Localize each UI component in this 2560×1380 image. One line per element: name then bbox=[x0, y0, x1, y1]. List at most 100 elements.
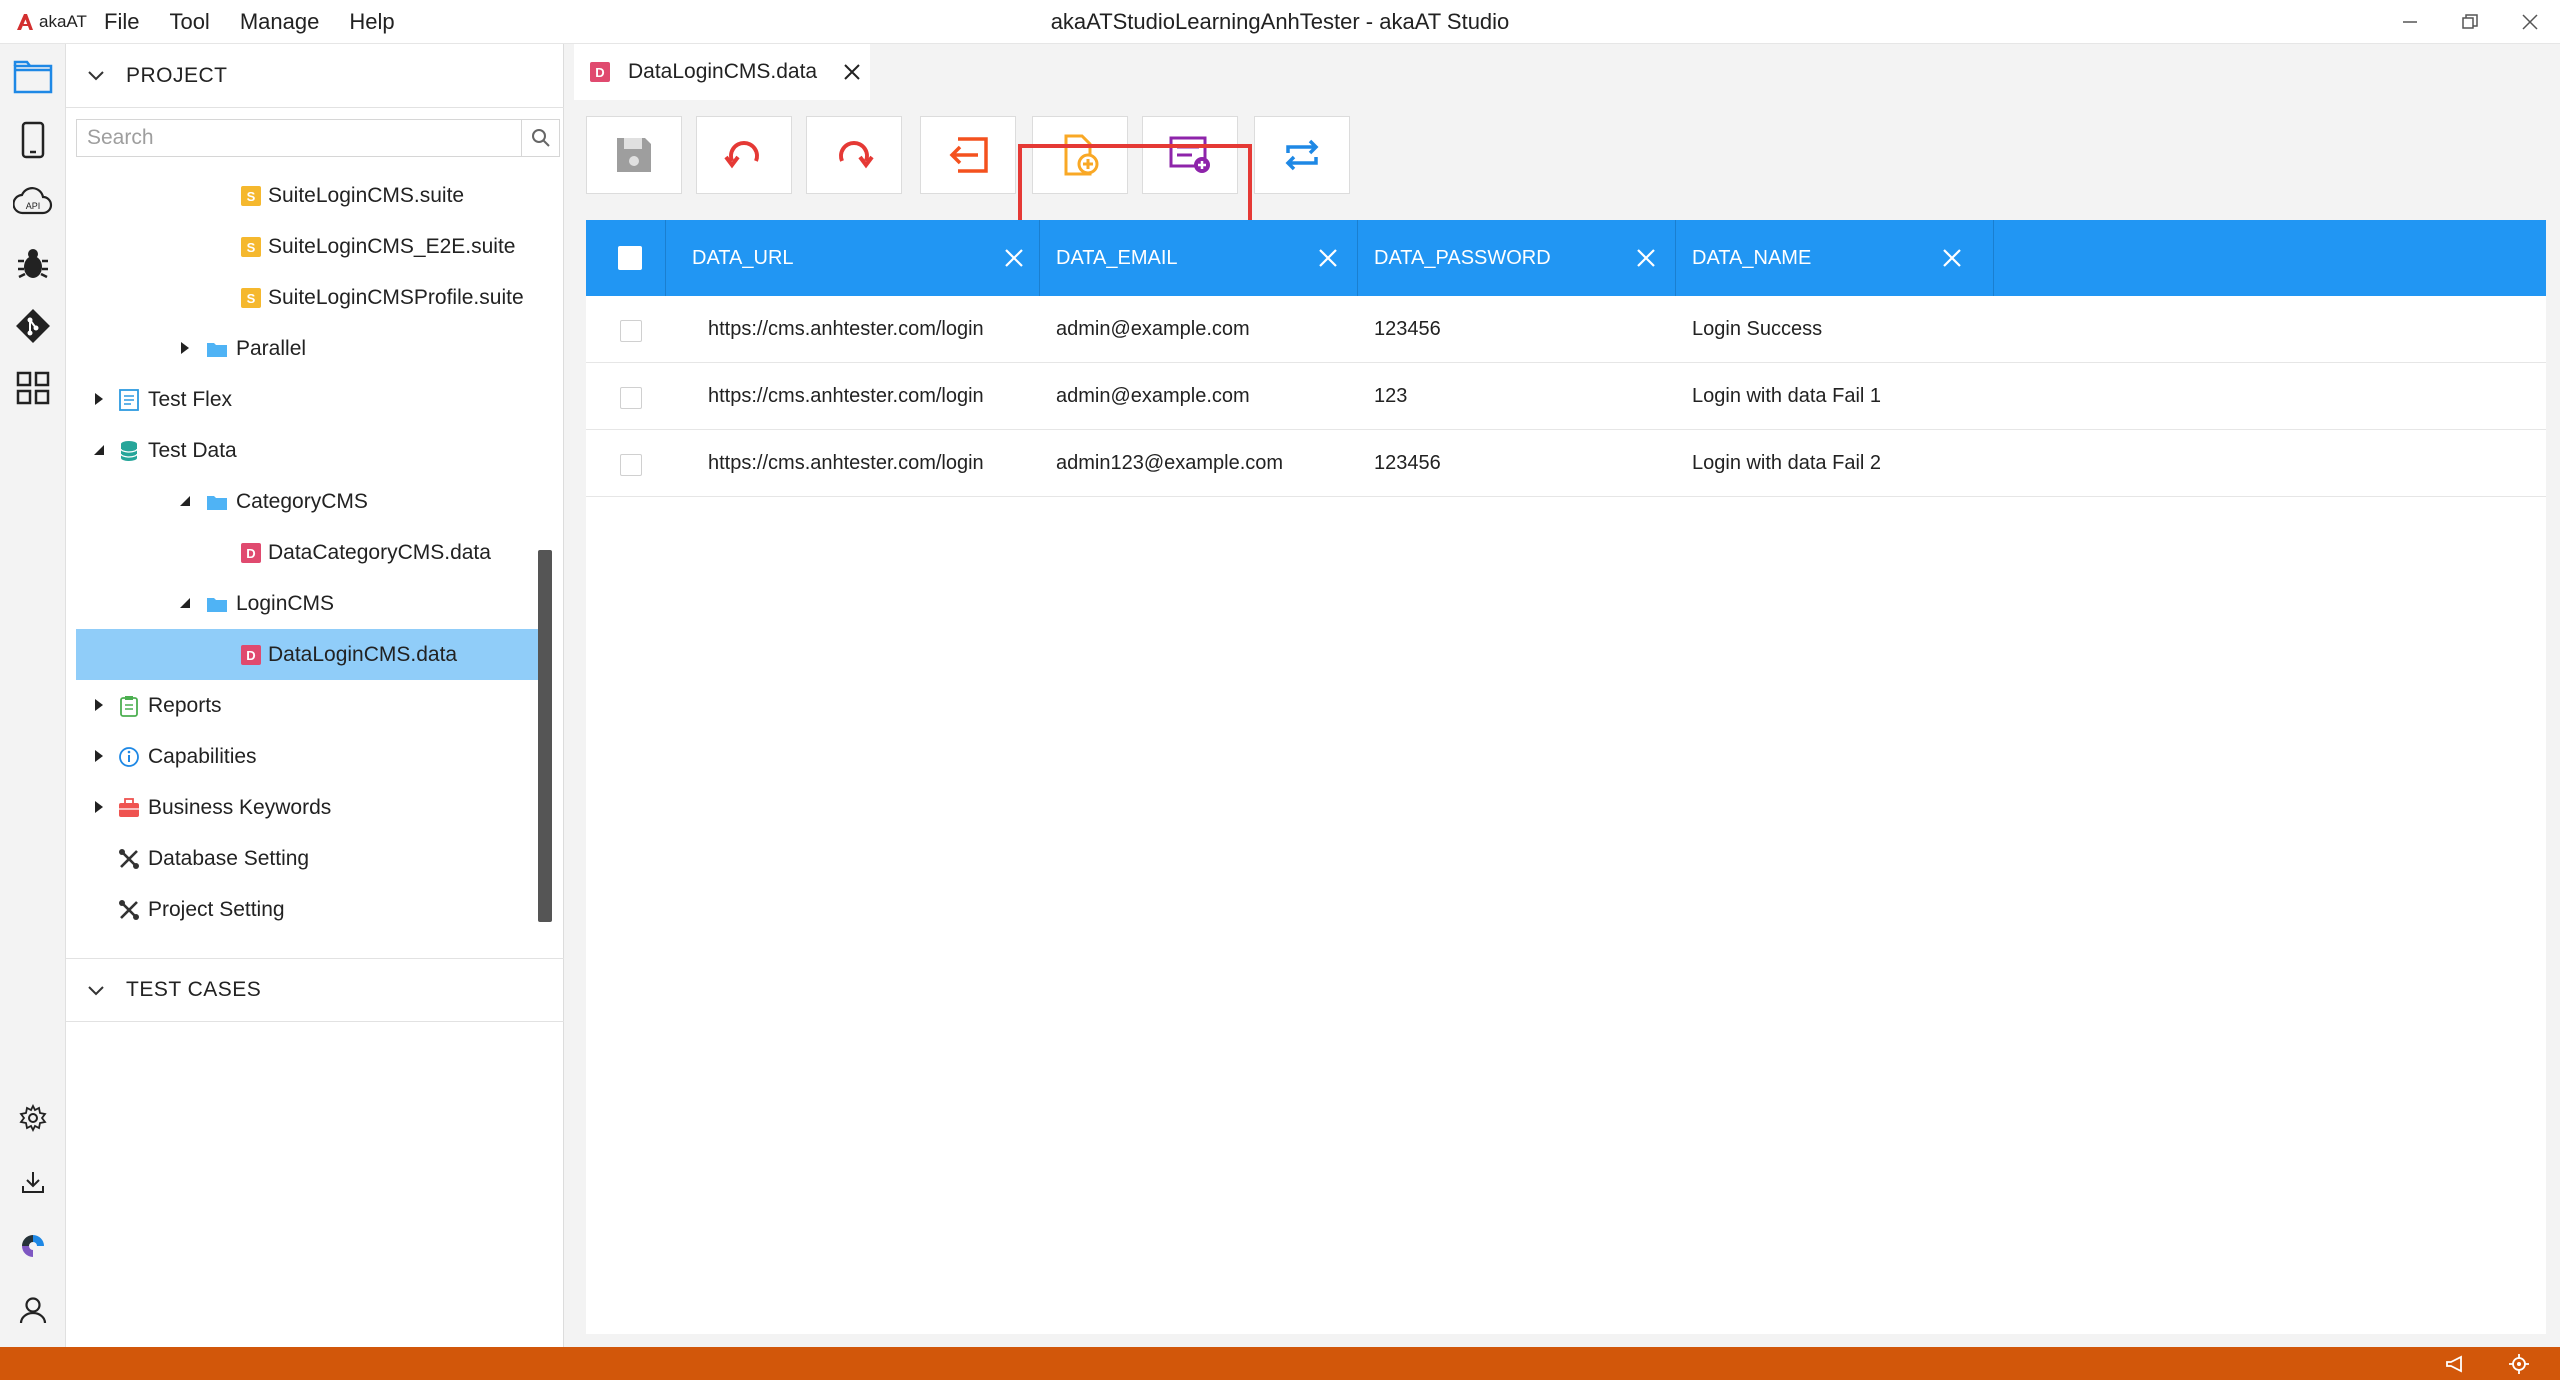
row-checkbox[interactable] bbox=[620, 387, 642, 409]
caret-right-icon[interactable] bbox=[92, 698, 106, 712]
cell-data-email[interactable]: admin@example.com bbox=[1056, 296, 1250, 362]
debug-button[interactable] bbox=[0, 236, 66, 292]
menu-manage[interactable]: Manage bbox=[240, 9, 320, 35]
cell-data-url[interactable]: https://cms.anhtester.com/login bbox=[708, 363, 984, 429]
grid-header: DATA_URL DATA_EMAIL DATA_PASSWORD DATA_N… bbox=[586, 220, 2546, 296]
tree-item-parallel[interactable]: Parallel bbox=[76, 323, 544, 374]
search-input[interactable]: Search bbox=[77, 126, 521, 150]
tree-scrollbar-thumb[interactable] bbox=[538, 550, 552, 922]
svg-text:API: API bbox=[26, 201, 41, 211]
restore-button[interactable] bbox=[2440, 0, 2500, 44]
menu-tool[interactable]: Tool bbox=[169, 9, 209, 35]
tree-item-capabilities[interactable]: Capabilities bbox=[76, 731, 544, 782]
mobile-button[interactable] bbox=[0, 112, 66, 168]
restore-icon bbox=[2462, 14, 2478, 29]
menu-file[interactable]: File bbox=[104, 9, 139, 35]
select-all-checkbox[interactable] bbox=[618, 246, 642, 270]
minimize-button[interactable] bbox=[2380, 0, 2440, 44]
table-row[interactable]: https://cms.anhtester.com/login admin123… bbox=[586, 430, 2546, 497]
cell-data-name[interactable]: Login with data Fail 1 bbox=[1692, 363, 1881, 429]
remove-column-icon[interactable] bbox=[1636, 248, 1656, 268]
tree-item-test-data[interactable]: Test Data bbox=[76, 425, 544, 476]
cell-data-url[interactable]: https://cms.anhtester.com/login bbox=[708, 430, 984, 496]
save-button[interactable] bbox=[586, 116, 682, 194]
git-button[interactable] bbox=[0, 298, 66, 354]
close-window-button[interactable] bbox=[2500, 0, 2560, 44]
menu-help[interactable]: Help bbox=[349, 9, 394, 35]
test-cases-section-header[interactable]: TEST CASES bbox=[66, 958, 564, 1022]
settings-button[interactable] bbox=[0, 1090, 66, 1146]
briefcase-icon bbox=[118, 797, 140, 819]
tab-close-button[interactable] bbox=[842, 62, 862, 82]
apps-button[interactable] bbox=[0, 360, 66, 416]
project-tree: S SuiteLoginCMS.suite S SuiteLoginCMS_E2… bbox=[76, 170, 544, 1000]
project-section-header[interactable]: PROJECT bbox=[66, 44, 564, 108]
cell-data-password[interactable]: 123456 bbox=[1374, 296, 1441, 362]
cell-data-email[interactable]: admin@example.com bbox=[1056, 363, 1250, 429]
swap-button[interactable] bbox=[1254, 116, 1350, 194]
caret-down-icon[interactable] bbox=[92, 443, 106, 457]
tree-item-test-flex[interactable]: Test Flex bbox=[76, 374, 544, 425]
data-toolbar bbox=[564, 100, 2560, 204]
tree-item-reports[interactable]: Reports bbox=[76, 680, 544, 731]
crosshair-icon bbox=[2509, 1354, 2529, 1374]
tab-data-login-cms[interactable]: D DataLoginCMS.data bbox=[574, 44, 870, 100]
caret-down-icon[interactable] bbox=[178, 596, 192, 610]
cell-data-url[interactable]: https://cms.anhtester.com/login bbox=[708, 296, 984, 362]
test-flex-icon bbox=[118, 389, 140, 411]
tree-item-suite-login-cms[interactable]: S SuiteLoginCMS.suite bbox=[76, 170, 544, 221]
cell-data-email[interactable]: admin123@example.com bbox=[1056, 430, 1283, 496]
column-header-data-name[interactable]: DATA_NAME bbox=[1676, 220, 1994, 296]
table-row[interactable]: https://cms.anhtester.com/login admin@ex… bbox=[586, 363, 2546, 430]
location-button[interactable] bbox=[2508, 1353, 2530, 1375]
tree-item-data-login-cms[interactable]: D DataLoginCMS.data bbox=[76, 629, 544, 680]
tree-item-category-cms[interactable]: CategoryCMS bbox=[76, 476, 544, 527]
explorer-button[interactable] bbox=[0, 50, 66, 106]
tree-item-database-setting[interactable]: Database Setting bbox=[76, 833, 544, 884]
caret-right-icon[interactable] bbox=[92, 392, 106, 406]
remove-column-icon[interactable] bbox=[1942, 248, 1962, 268]
caret-right-icon[interactable] bbox=[92, 800, 106, 814]
remove-column-icon[interactable] bbox=[1004, 248, 1024, 268]
redo-button[interactable] bbox=[806, 116, 902, 194]
add-row-button[interactable] bbox=[1142, 116, 1238, 194]
column-header-data-password[interactable]: DATA_PASSWORD bbox=[1358, 220, 1676, 296]
folder-icon bbox=[206, 338, 228, 360]
add-column-button[interactable] bbox=[1032, 116, 1128, 194]
column-header-data-url[interactable]: DATA_URL bbox=[666, 220, 1040, 296]
caret-right-icon[interactable] bbox=[92, 749, 106, 763]
test-cases-header-title: TEST CASES bbox=[126, 978, 262, 1001]
tree-item-business-keywords[interactable]: Business Keywords bbox=[76, 782, 544, 833]
tree-item-suite-login-cms-e2e[interactable]: S SuiteLoginCMS_E2E.suite bbox=[76, 221, 544, 272]
row-checkbox[interactable] bbox=[620, 454, 642, 476]
caret-right-icon[interactable] bbox=[178, 341, 192, 355]
account-button[interactable] bbox=[0, 1282, 66, 1338]
api-button[interactable]: API bbox=[0, 174, 66, 230]
import-button[interactable] bbox=[920, 116, 1016, 194]
download-button[interactable] bbox=[0, 1154, 66, 1210]
row-checkbox[interactable] bbox=[620, 320, 642, 342]
data-file-icon: D bbox=[240, 542, 262, 564]
project-sidebar: PROJECT Search S SuiteLoginCMS.suite S S… bbox=[66, 44, 564, 1347]
tree-item-login-cms[interactable]: LoginCMS bbox=[76, 578, 544, 629]
cell-data-password[interactable]: 123456 bbox=[1374, 430, 1441, 496]
cell-data-name[interactable]: Login with data Fail 2 bbox=[1692, 430, 1881, 496]
undo-button[interactable] bbox=[696, 116, 792, 194]
tree-item-data-category-cms[interactable]: D DataCategoryCMS.data bbox=[76, 527, 544, 578]
feedback-button[interactable] bbox=[2444, 1353, 2466, 1375]
suite-file-icon: S bbox=[240, 287, 262, 309]
aka-logo-icon bbox=[17, 14, 33, 30]
remove-column-icon[interactable] bbox=[1318, 248, 1338, 268]
caret-down-icon[interactable] bbox=[178, 494, 192, 508]
tree-item-project-setting[interactable]: Project Setting bbox=[76, 884, 544, 935]
table-row[interactable]: https://cms.anhtester.com/login admin@ex… bbox=[586, 296, 2546, 363]
tree-item-label: Parallel bbox=[236, 336, 307, 360]
tree-item-suite-login-cms-profile[interactable]: S SuiteLoginCMSProfile.suite bbox=[76, 272, 544, 323]
tree-item-label: Project Setting bbox=[148, 897, 285, 921]
cell-data-password[interactable]: 123 bbox=[1374, 363, 1407, 429]
column-header-data-email[interactable]: DATA_EMAIL bbox=[1040, 220, 1358, 296]
redo-icon bbox=[839, 141, 874, 169]
search-button[interactable] bbox=[521, 120, 559, 156]
plugin-button[interactable] bbox=[0, 1218, 66, 1274]
cell-data-name[interactable]: Login Success bbox=[1692, 296, 1822, 362]
